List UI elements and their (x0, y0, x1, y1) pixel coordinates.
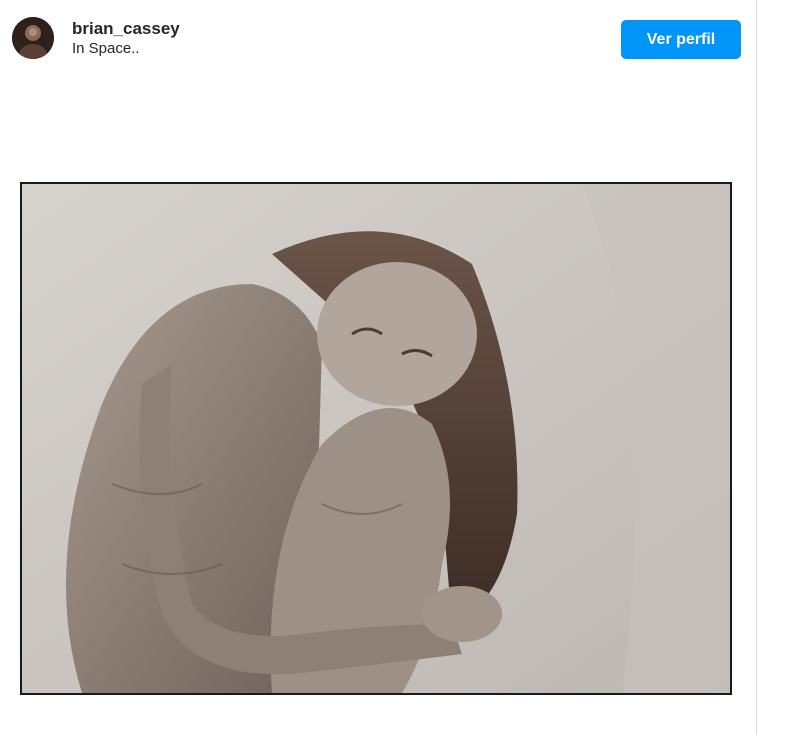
view-profile-button[interactable]: Ver perfil (621, 20, 741, 59)
username-link[interactable]: brian_cassey (72, 19, 180, 39)
instagram-embed-card: brian_cassey In Space.. Ver perfil (0, 0, 757, 735)
avatar[interactable] (12, 17, 54, 59)
location-link[interactable]: In Space.. (72, 40, 180, 58)
user-meta: brian_cassey In Space.. (72, 19, 180, 58)
post-header: brian_cassey In Space.. Ver perfil (0, 0, 756, 80)
post-photo[interactable] (20, 182, 732, 695)
avatar-image (12, 17, 54, 59)
photo-illustration (22, 184, 730, 693)
